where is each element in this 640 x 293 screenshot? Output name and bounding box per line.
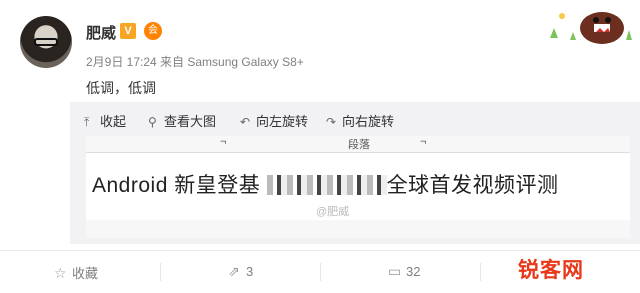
divider bbox=[320, 263, 321, 281]
repost-button[interactable]: ⇗ 3 bbox=[228, 263, 253, 280]
rotate-left-label: 向左旋转 bbox=[256, 114, 309, 129]
media-panel: ⤒ 收起 ⚲ 查看大图 ↶ 向左旋转 ↷ 向右旋转 ¬ 段落 ¬ Android 新皇登… bbox=[70, 102, 640, 244]
post-text: 低调，低调 bbox=[86, 80, 156, 96]
favorite-label: 收藏 bbox=[72, 266, 99, 281]
rotate-right-label: 向右旋转 bbox=[342, 114, 395, 129]
image-fragment-text: 段落 bbox=[348, 139, 370, 151]
image-watermark: @肥威 bbox=[316, 206, 350, 218]
post-image[interactable]: ¬ 段落 ¬ Android 新皇登基 全球首发视频评测 @肥威 bbox=[86, 136, 630, 238]
rotate-left-button[interactable]: ↶ 向左旋转 bbox=[240, 111, 308, 130]
image-fragment-mark: ¬ bbox=[420, 136, 427, 148]
comment-icon: ▭ bbox=[388, 263, 402, 279]
favorite-button[interactable]: ☆ 收藏 bbox=[54, 263, 98, 282]
verified-badge-icon: V bbox=[120, 23, 136, 39]
comment-count: 32 bbox=[406, 264, 421, 279]
repost-count: 3 bbox=[246, 264, 254, 279]
image-top-strip: ¬ 段落 ¬ bbox=[86, 136, 630, 151]
collapse-arrow-icon: ⤒ bbox=[84, 115, 90, 129]
image-headline: Android 新皇登基 全球首发视频评测 bbox=[92, 169, 559, 199]
image-fragment-mark: ¬ bbox=[220, 136, 227, 148]
image-content: Android 新皇登基 全球首发视频评测 @肥威 bbox=[86, 152, 630, 220]
view-large-button[interactable]: ⚲ 查看大图 bbox=[148, 111, 216, 130]
vip-icon: 会 bbox=[144, 22, 162, 40]
rotate-right-icon: ↷ bbox=[326, 115, 337, 129]
rotate-left-icon: ↶ bbox=[240, 115, 251, 129]
headline-right: 全球首发视频评测 bbox=[386, 174, 559, 197]
avatar[interactable] bbox=[20, 16, 72, 68]
collapse-button[interactable]: ⤒ 收起 bbox=[84, 111, 126, 130]
username[interactable]: 肥威 bbox=[86, 22, 116, 43]
media-toolbar: ⤒ 收起 ⚲ 查看大图 ↶ 向左旋转 ↷ 向右旋转 bbox=[70, 102, 640, 136]
star-icon: ☆ bbox=[54, 265, 67, 281]
post-meta: 2月9日 17:24 来自 Samsung Galaxy S8+ bbox=[86, 55, 304, 69]
divider bbox=[160, 263, 161, 281]
site-logo-mark: 锐客网 bbox=[518, 259, 584, 282]
redacted-text bbox=[266, 175, 387, 195]
divider bbox=[480, 263, 481, 281]
share-icon: ⇗ bbox=[228, 263, 240, 279]
headline-left: Android 新皇登基 bbox=[92, 174, 261, 197]
site-logo: 锐客网 bbox=[518, 252, 638, 290]
collapse-label: 收起 bbox=[100, 114, 127, 129]
view-large-label: 查看大图 bbox=[164, 114, 217, 129]
rotate-right-button[interactable]: ↷ 向右旋转 bbox=[326, 111, 394, 130]
mascot-decoration-icon bbox=[550, 12, 632, 44]
magnifier-icon: ⚲ bbox=[148, 115, 157, 129]
comment-button[interactable]: ▭ 32 bbox=[388, 263, 420, 280]
